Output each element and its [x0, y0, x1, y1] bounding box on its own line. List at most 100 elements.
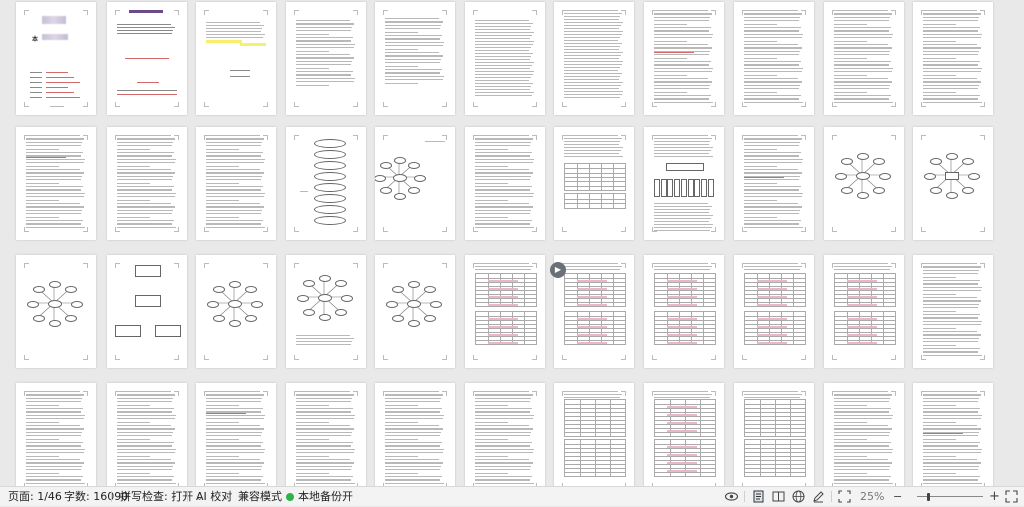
page-thumbnail[interactable]: [465, 127, 545, 240]
edit-pen-icon[interactable]: [811, 489, 826, 504]
text-line: [923, 10, 977, 12]
text-line: [834, 91, 867, 93]
word-count[interactable]: 字数: 16090: [64, 487, 128, 506]
page-thumbnail[interactable]: [644, 127, 724, 240]
text-line: [26, 223, 82, 225]
text-line: [475, 135, 529, 137]
text-line: [654, 71, 712, 73]
page-thumbnail[interactable]: [196, 127, 276, 240]
web-view-icon[interactable]: [791, 489, 806, 504]
page-thumbnail[interactable]: [107, 127, 187, 240]
table-row-line: [476, 316, 536, 317]
page-thumbnail[interactable]: [824, 2, 904, 115]
page-thumbnail[interactable]: [107, 255, 187, 368]
page-thumbnail[interactable]: [375, 255, 455, 368]
margin-mark: [115, 102, 120, 107]
page-thumbnail[interactable]: [734, 255, 814, 368]
page-thumbnail[interactable]: [465, 383, 545, 486]
page-thumbnail[interactable]: [824, 255, 904, 368]
diagram-node: [379, 161, 392, 169]
reading-view-icon[interactable]: [771, 489, 786, 504]
page-thumbnail[interactable]: [375, 383, 455, 486]
spellcheck-toggle[interactable]: 拼写检查: 打开 ⌄: [120, 487, 203, 506]
page-thumbnail[interactable]: [16, 255, 96, 368]
page-thumbnail[interactable]: [824, 383, 904, 486]
page-thumbnail[interactable]: [913, 2, 993, 115]
table-row-line: [565, 294, 625, 295]
table-row-line: [835, 332, 895, 333]
compat-mode-button[interactable]: 兼容模式: [238, 487, 282, 506]
page-thumbnail[interactable]: 本: [16, 2, 96, 115]
page-thumbnail[interactable]: [465, 2, 545, 115]
table-row-line: [745, 332, 805, 333]
page-thumbnail[interactable]: [913, 255, 993, 368]
text-line: [475, 459, 529, 461]
text-line: [923, 331, 977, 333]
page-thumbnail[interactable]: [644, 2, 724, 115]
ai-proofread-button[interactable]: AI 校对: [196, 487, 232, 506]
text-line: [923, 442, 980, 444]
eye-icon[interactable]: [724, 489, 739, 504]
fullscreen-icon[interactable]: [1004, 489, 1019, 504]
page-thumbnail[interactable]: [107, 383, 187, 486]
text-line: [923, 435, 978, 437]
zoom-in-button[interactable]: +: [989, 487, 1000, 506]
page-thumbnail[interactable]: [16, 127, 96, 240]
text-line: [296, 448, 356, 451]
page-thumbnail[interactable]: [196, 383, 276, 486]
local-backup-status[interactable]: 本地备份开: [286, 487, 353, 506]
page-thumbnail[interactable]: [286, 127, 366, 240]
zoom-slider-thumb[interactable]: [927, 493, 930, 501]
page-thumbnail[interactable]: [107, 2, 187, 115]
page-thumbnail[interactable]: [734, 127, 814, 240]
table-col-line: [524, 274, 525, 306]
text-line: [744, 209, 801, 212]
page-thumbnail[interactable]: [824, 127, 904, 240]
page-thumbnail[interactable]: [554, 383, 634, 486]
page-indicator[interactable]: 页面: 1/46: [8, 487, 62, 506]
page-thumbnail[interactable]: [286, 2, 366, 115]
text-line: [834, 23, 867, 25]
page-thumbnail[interactable]: [554, 255, 634, 368]
redacted-title: [42, 34, 68, 40]
table-col-line: [589, 312, 590, 344]
page-thumbnail[interactable]: [644, 255, 724, 368]
page-thumbnail[interactable]: [913, 383, 993, 486]
annotation-mark: [757, 318, 787, 320]
text-line: [923, 20, 978, 22]
page-thumbnail[interactable]: [554, 127, 634, 240]
page-thumbnail[interactable]: [554, 2, 634, 115]
text-line: [385, 28, 440, 30]
text-line: [744, 54, 799, 56]
page-thumbnail[interactable]: [913, 127, 993, 240]
text-line: [296, 43, 356, 46]
diagram-node: [423, 314, 436, 322]
page-view-icon[interactable]: [751, 489, 766, 504]
zoom-level[interactable]: 25%: [860, 487, 884, 506]
page-thumbnail[interactable]: [734, 383, 814, 486]
text-line: [117, 209, 174, 212]
text-line: [654, 64, 710, 66]
page-thumbnail[interactable]: [375, 127, 455, 240]
page-thumbnail[interactable]: [375, 2, 455, 115]
page-thumbnail-canvas[interactable]: 本: [0, 0, 1024, 486]
page-thumbnail[interactable]: [196, 2, 276, 115]
text-line: [385, 72, 441, 74]
text-line: [654, 203, 708, 205]
zoom-out-button[interactable]: −: [893, 487, 902, 506]
play-icon[interactable]: ▶: [550, 262, 566, 278]
table: [564, 399, 626, 437]
page-thumbnail[interactable]: [286, 383, 366, 486]
text-line: [744, 37, 802, 39]
page-thumbnail[interactable]: [196, 255, 276, 368]
diagram-node: [872, 186, 885, 194]
page-thumbnail[interactable]: [16, 383, 96, 486]
page-thumbnail[interactable]: [465, 255, 545, 368]
page-thumbnail[interactable]: [644, 383, 724, 486]
page-thumbnail[interactable]: [286, 255, 366, 368]
diagram-node: [64, 314, 77, 322]
table-col-line: [613, 274, 614, 306]
fit-page-icon[interactable]: [837, 489, 852, 504]
page-thumbnail[interactable]: [734, 2, 814, 115]
text-line: [564, 141, 621, 143]
